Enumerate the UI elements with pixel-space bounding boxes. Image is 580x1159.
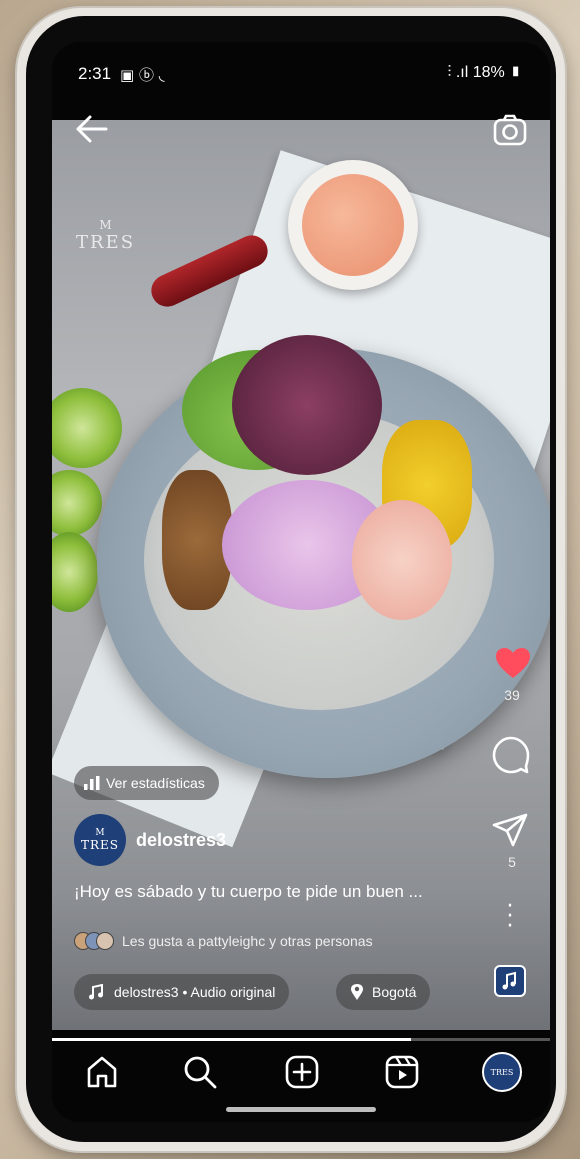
battery-percent: 18% [472,64,505,81]
signal-icon: ⫶ .ıl [447,64,473,81]
camera-icon[interactable] [493,114,527,146]
video-progress-fill [52,1038,411,1041]
battery-status: ⫶ .ıl 18% ▮ [447,64,522,82]
author-name[interactable]: delostres3 [136,830,226,851]
heart-icon[interactable] [494,646,532,680]
liker-avatars [74,932,114,950]
like-count: 39 [504,687,520,703]
liked-by-row[interactable]: Les gusta a pattyleighc y otras personas [74,932,373,950]
create-icon[interactable] [284,1054,320,1090]
reels-icon[interactable] [384,1054,420,1090]
logo-watermark: M TRES [76,218,136,253]
video-progress-bar[interactable] [52,1038,550,1041]
music-note-icon [89,984,103,1000]
view-stats-button[interactable]: Ver estadísticas [74,766,219,800]
share-icon[interactable] [492,812,528,848]
location-pin-icon [351,984,363,1000]
status-bar: 2:31 ▣ ⓑ ◟ ⫶ .ıl 18% ▮ [52,42,550,120]
more-icon[interactable]: · · · [504,896,516,938]
screen: 2:31 ▣ ⓑ ◟ ⫶ .ıl 18% ▮ M TRES 39 5 · · ·… [52,42,550,1122]
liked-by-text: Les gusta a pattyleighc y otras personas [122,933,373,949]
lime [52,532,98,612]
sauce-bowl [288,160,418,290]
lime [52,470,102,536]
comment-icon[interactable] [492,736,530,774]
bar-chart-icon [84,776,100,790]
profile-avatar[interactable]: TRES [482,1052,522,1092]
home-icon[interactable] [84,1054,120,1090]
author-avatar[interactable]: M TRES [74,814,126,866]
status-time: 2:31 [78,64,112,83]
audio-label: delostres3 • Audio original [114,984,276,1000]
caption[interactable]: ¡Hoy es sábado y tu cuerpo te pide un bu… [74,882,494,902]
view-stats-label: Ver estadísticas [106,775,205,791]
lime [52,388,122,468]
location-label: Bogotá [372,984,417,1000]
battery-icon: ▮ [504,64,522,81]
search-icon[interactable] [182,1054,218,1090]
share-count: 5 [508,854,516,870]
purple-lettuce [232,335,382,475]
author-row[interactable]: M TRES delostres3 [74,814,226,866]
back-arrow-icon[interactable] [74,114,108,144]
home-indicator[interactable] [226,1107,376,1112]
audio-pill[interactable]: delostres3 • Audio original [74,974,290,1010]
music-note-icon [502,971,516,990]
location-pill[interactable]: Bogotá [336,974,431,1010]
audio-thumbnail[interactable] [494,965,526,997]
notification-icons: ▣ ⓑ ◟ [120,66,165,84]
shrimp [352,500,452,620]
